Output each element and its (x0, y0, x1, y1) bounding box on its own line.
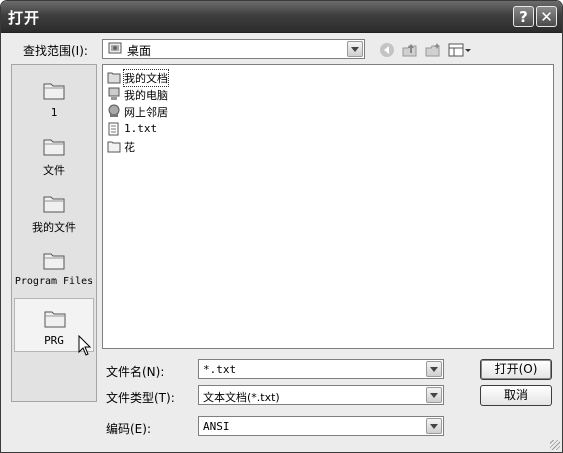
encoding-value: ANSI (203, 420, 230, 433)
look-in-value: 桌面 (127, 44, 152, 58)
place-label: Program Files (14, 276, 94, 287)
up-folder-icon[interactable] (401, 41, 419, 59)
network-places-icon (108, 104, 120, 117)
view-menu-icon[interactable] (448, 41, 472, 59)
file-name: 1.txt (124, 122, 158, 135)
encoding-label: 编码(E): (106, 422, 151, 436)
resize-grip-icon[interactable] (550, 440, 560, 450)
chevron-down-icon[interactable] (347, 41, 363, 57)
file-name: 花 (124, 141, 135, 154)
mouse-cursor-icon (78, 335, 92, 356)
file-type-label: 文件类型(T): (106, 391, 175, 405)
help-button[interactable]: ? (513, 6, 534, 27)
file-name: 我的电脑 (124, 89, 168, 102)
desktop-icon (108, 42, 122, 54)
chevron-down-icon[interactable] (426, 418, 442, 434)
my-computer-icon (108, 87, 120, 100)
look-in-dropdown[interactable]: 桌面 (102, 39, 365, 59)
file-type-dropdown[interactable]: 文本文档(*.txt) (198, 385, 444, 405)
folder-icon (43, 253, 65, 270)
file-name: 网上邻居 (124, 106, 168, 119)
text-file-icon (108, 122, 119, 136)
file-name-value[interactable]: *.txt (203, 363, 236, 376)
folder-icon (43, 196, 65, 213)
file-name-label: 文件名(N): (106, 365, 165, 379)
folder-icon (44, 311, 66, 328)
open-file-dialog: 打开 ? ✕ 查找范围(I): 桌面 1 文件 我的文件 Program Fil… (0, 0, 563, 453)
place-item-文件[interactable]: 文件 (14, 135, 94, 189)
place-label: 1 (50, 106, 58, 119)
place-item-program-files[interactable]: Program Files (14, 249, 94, 303)
encoding-dropdown[interactable]: ANSI (198, 416, 444, 436)
cancel-button[interactable]: 取消 (480, 385, 552, 406)
dialog-title: 打开 (8, 9, 41, 27)
new-folder-icon[interactable] (424, 41, 442, 59)
folder-icon (107, 141, 121, 153)
close-button[interactable]: ✕ (536, 6, 557, 27)
place-item-我的文件[interactable]: 我的文件 (14, 192, 94, 246)
file-type-value: 文本文档(*.txt) (203, 391, 280, 404)
file-name-combo[interactable]: *.txt (198, 359, 444, 379)
folder-icon (43, 139, 65, 156)
open-button[interactable]: 打开(O) (480, 359, 552, 380)
back-icon[interactable] (378, 41, 396, 59)
place-item-1[interactable]: 1 (14, 79, 94, 133)
my-documents-icon (107, 72, 121, 84)
title-bar[interactable]: 打开 ? ✕ (1, 1, 562, 33)
chevron-down-icon[interactable] (426, 387, 442, 403)
file-list[interactable]: 我的文档 我的电脑 网上邻居 1.txt 花 (102, 64, 554, 349)
look-in-label: 查找范围(I): (23, 44, 88, 58)
chevron-down-icon[interactable] (426, 361, 442, 377)
folder-icon (43, 83, 65, 100)
place-label: 我的文件 (32, 221, 76, 234)
file-name: 我的文档 (123, 69, 169, 87)
place-label: 文件 (43, 164, 65, 177)
